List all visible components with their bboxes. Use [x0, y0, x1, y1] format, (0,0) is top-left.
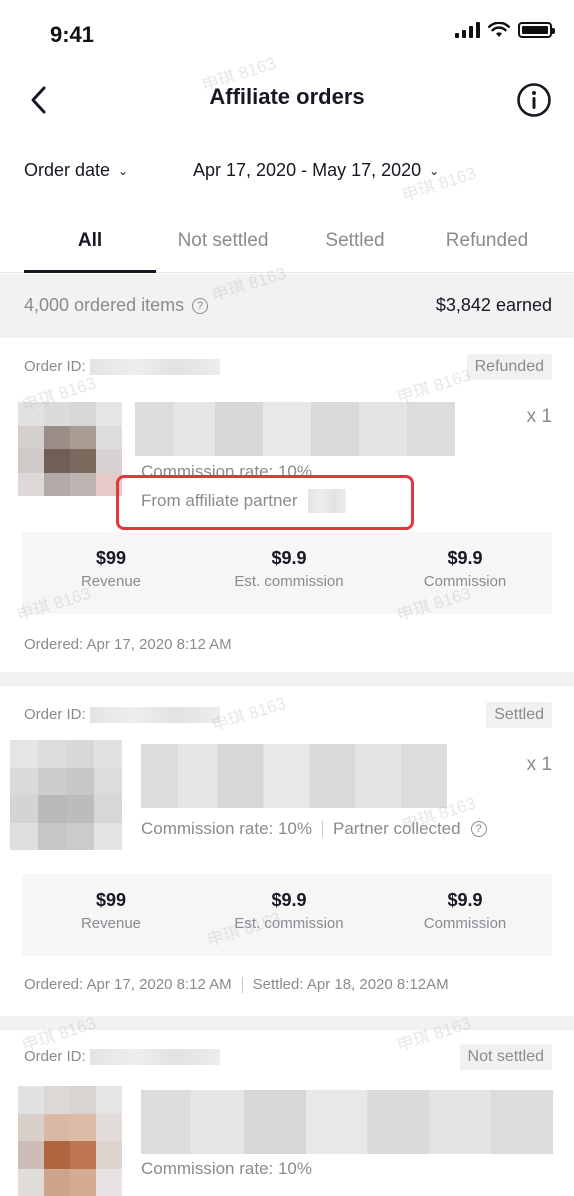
wifi-icon: [488, 22, 510, 37]
earned-total: $3,842 earned: [435, 295, 552, 315]
ordered-items-text: 4,000 ordered items: [24, 295, 185, 315]
order-stats: $99 Revenue $9.9 Est. commission $9.9 Co…: [22, 874, 552, 956]
revenue-value: $99: [95, 890, 127, 910]
commission-rate: Commission rate: 10%: [141, 1159, 312, 1179]
active-tab-indicator: [24, 270, 156, 273]
order-card[interactable]: Order ID: Settled x 1 Commission rate: 1…: [0, 686, 574, 1016]
commission-info: Commission rate: 10% Partner collected ?: [141, 819, 487, 839]
chevron-down-icon: ⌄: [118, 163, 129, 178]
commission-rate-text: Commission rate: 10%: [141, 1159, 313, 1178]
product-title-redacted: [135, 402, 455, 456]
info-icon[interactable]: [516, 82, 552, 118]
cellular-signal-icon: [455, 22, 480, 38]
commission-rate-text: Commission rate: 10%: [141, 819, 313, 838]
help-icon[interactable]: ?: [470, 821, 487, 837]
est-commission-value: $9.9: [271, 548, 307, 568]
page-title: Affiliate orders: [209, 84, 365, 109]
quantity: x 1: [526, 754, 552, 775]
est-commission-label: Est. commission: [234, 915, 344, 932]
tab-refunded[interactable]: Refunded: [430, 230, 544, 252]
status-time: 9:41: [50, 22, 95, 47]
revenue-stat: $99 Revenue: [26, 548, 196, 590]
revenue-label: Revenue: [80, 573, 142, 590]
section-divider: [0, 1016, 574, 1030]
settled-date: Settled: Apr 18, 2020 8:12AM: [252, 976, 449, 993]
revenue-label: Revenue: [80, 915, 142, 932]
order-id-label: Order ID:: [24, 706, 86, 723]
highlight-annotation: [116, 475, 414, 530]
product-thumbnail: [18, 1086, 122, 1196]
product-thumbnail: [18, 402, 122, 496]
filter-bar: Order date ⌄ Apr 17, 2020 - May 17, 2020…: [0, 150, 574, 194]
commission-label: Commission: [423, 573, 507, 590]
divider: [241, 976, 243, 993]
tab-bar: All Not settled Settled Refunded: [0, 215, 574, 273]
summary-bar: 4,000 ordered items ? $3,842 earned: [0, 274, 574, 338]
order-id: Order ID:: [24, 1048, 220, 1066]
order-id-label: Order ID:: [24, 358, 86, 375]
chevron-down-icon: ⌄: [429, 163, 440, 178]
status-icons: [455, 22, 555, 38]
order-dates: Ordered: Apr 17, 2020 8:12 AM: [24, 636, 232, 653]
est-commission-label: Est. commission: [234, 573, 344, 590]
commission-label: Commission: [423, 915, 507, 932]
est-commission-value: $9.9: [271, 890, 307, 910]
order-id: Order ID:: [24, 358, 220, 376]
help-icon[interactable]: ?: [192, 297, 209, 314]
section-divider: [0, 672, 574, 686]
nav-bar: Affiliate orders: [0, 70, 574, 130]
date-range-label: Apr 17, 2020 - May 17, 2020: [193, 160, 422, 180]
tab-all[interactable]: All: [24, 230, 156, 252]
partner-collected-text: Partner collected: [333, 819, 461, 838]
divider: [322, 821, 324, 837]
ordered-date: Ordered: Apr 17, 2020 8:12 AM: [24, 636, 232, 653]
battery-icon: [518, 22, 555, 38]
status-badge: Refunded: [466, 354, 552, 380]
commission-value: $9.9: [447, 890, 483, 910]
order-id: Order ID:: [24, 706, 220, 724]
order-id-redacted: [89, 359, 220, 376]
order-id-redacted: [89, 1049, 220, 1066]
tab-settled[interactable]: Settled: [306, 230, 404, 252]
order-date-label: Order date: [24, 160, 111, 180]
date-range-dropdown[interactable]: Apr 17, 2020 - May 17, 2020 ⌄: [193, 160, 439, 181]
commission-stat: $9.9 Commission: [380, 548, 550, 590]
tab-not-settled[interactable]: Not settled: [160, 230, 286, 252]
order-id-redacted: [89, 707, 220, 724]
product-title-redacted: [141, 744, 447, 808]
revenue-value: $99: [95, 548, 127, 568]
order-card[interactable]: Order ID: Not settled Commission rate: 1…: [0, 1030, 574, 1196]
product-title-redacted: [141, 1090, 553, 1154]
commission-value: $9.9: [447, 548, 483, 568]
order-id-label: Order ID:: [24, 1048, 86, 1065]
order-stats: $99 Revenue $9.9 Est. commission $9.9 Co…: [22, 532, 552, 614]
revenue-stat: $99 Revenue: [26, 890, 196, 932]
status-badge: Not settled: [459, 1044, 552, 1070]
product-thumbnail: [10, 740, 122, 850]
status-badge: Settled: [486, 702, 552, 728]
ordered-date: Ordered: Apr 17, 2020 8:12 AM: [24, 976, 232, 993]
quantity: x 1: [526, 406, 552, 427]
ordered-items-count: 4,000 ordered items ?: [24, 295, 209, 316]
est-commission-stat: $9.9 Est. commission: [204, 548, 374, 590]
order-dates: Ordered: Apr 17, 2020 8:12 AM Settled: A…: [24, 976, 449, 993]
commission-stat: $9.9 Commission: [380, 890, 550, 932]
status-bar: 9:41: [0, 0, 574, 70]
order-date-dropdown[interactable]: Order date ⌄: [24, 160, 128, 181]
est-commission-stat: $9.9 Est. commission: [204, 890, 374, 932]
